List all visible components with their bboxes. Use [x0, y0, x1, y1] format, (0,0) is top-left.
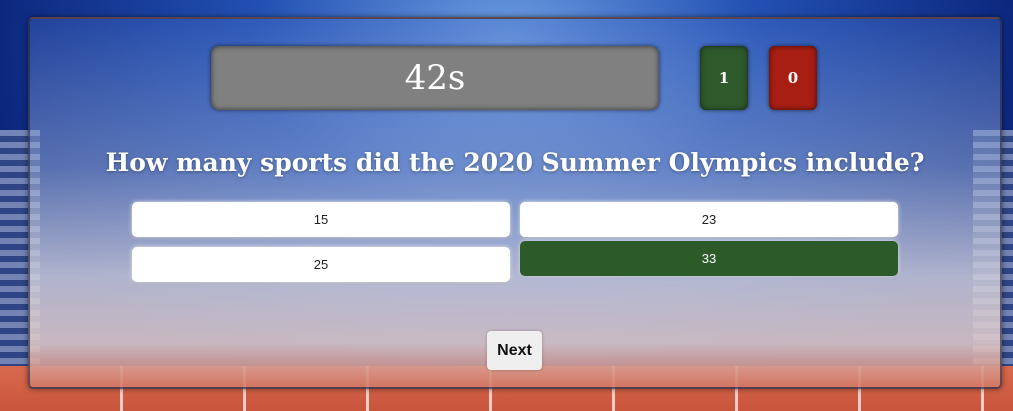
timer-display: 42s — [211, 46, 659, 110]
question-text: How many sports did the 2020 Summer Olym… — [105, 148, 925, 177]
answer-option-2[interactable]: 23 — [520, 202, 898, 237]
wrong-score-badge: 0 — [769, 46, 817, 110]
next-button[interactable]: Next — [487, 331, 542, 370]
answer-option-3[interactable]: 25 — [132, 247, 510, 282]
correct-score-badge: 1 — [700, 46, 748, 110]
answer-option-4[interactable]: 33 — [520, 241, 898, 276]
answer-option-1[interactable]: 15 — [132, 202, 510, 237]
